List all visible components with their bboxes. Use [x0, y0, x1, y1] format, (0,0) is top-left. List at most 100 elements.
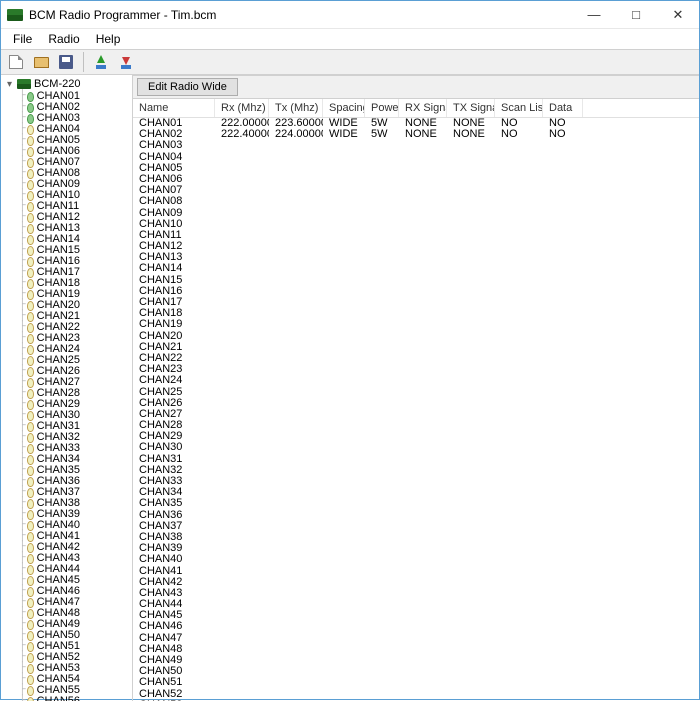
- list-row[interactable]: CHAN50: [133, 666, 699, 677]
- cell-spacing: [323, 174, 365, 185]
- list-row[interactable]: CHAN46: [133, 621, 699, 632]
- cell-tx-signal: [447, 454, 495, 465]
- cell-tx: [269, 566, 323, 577]
- list-row[interactable]: CHAN28: [133, 420, 699, 431]
- list-row[interactable]: CHAN21: [133, 342, 699, 353]
- col-power[interactable]: Power: [365, 99, 399, 117]
- new-button[interactable]: [5, 51, 27, 73]
- cell-rx-signal: [399, 409, 447, 420]
- cell-spacing: WIDE: [323, 129, 365, 140]
- cell-rx-signal: [399, 342, 447, 353]
- col-name[interactable]: Name: [133, 99, 215, 117]
- list-row[interactable]: CHAN22: [133, 353, 699, 364]
- list-row[interactable]: CHAN37: [133, 521, 699, 532]
- cell-tx-signal: [447, 252, 495, 263]
- list-row[interactable]: CHAN03: [133, 140, 699, 151]
- list-row[interactable]: CHAN13: [133, 252, 699, 263]
- channel-list[interactable]: Name Rx (Mhz) Tx (Mhz) Spacing Power RX …: [133, 99, 699, 701]
- list-row[interactable]: CHAN34: [133, 487, 699, 498]
- menu-radio[interactable]: Radio: [40, 30, 87, 48]
- list-row[interactable]: CHAN17: [133, 297, 699, 308]
- cell-name: CHAN25: [133, 387, 215, 398]
- close-button[interactable]: ✕: [657, 1, 699, 28]
- radio-icon: [17, 79, 31, 89]
- cell-name: CHAN48: [133, 644, 215, 655]
- col-rx[interactable]: Rx (Mhz): [215, 99, 269, 117]
- list-row[interactable]: CHAN12: [133, 241, 699, 252]
- list-row[interactable]: CHAN10: [133, 219, 699, 230]
- channel-status-icon: [27, 598, 34, 608]
- list-row[interactable]: CHAN49: [133, 655, 699, 666]
- col-spacing[interactable]: Spacing: [323, 99, 365, 117]
- upload-button[interactable]: [90, 51, 112, 73]
- cell-tx-signal: [447, 532, 495, 543]
- edit-radio-wide-button[interactable]: Edit Radio Wide: [137, 78, 238, 96]
- list-row[interactable]: CHAN43: [133, 588, 699, 599]
- list-row[interactable]: CHAN01222.000000223.600000WIDE5WNONENONE…: [133, 118, 699, 129]
- list-row[interactable]: CHAN44: [133, 599, 699, 610]
- menu-file[interactable]: File: [5, 30, 40, 48]
- list-row[interactable]: CHAN27: [133, 409, 699, 420]
- open-button[interactable]: [30, 51, 52, 73]
- cell-tx: [269, 230, 323, 241]
- list-row[interactable]: CHAN33: [133, 476, 699, 487]
- list-row[interactable]: CHAN51: [133, 677, 699, 688]
- tree-panel[interactable]: ▾ BCM-220 ├ CHAN01├ CHAN02├ CHAN03├ CHAN…: [1, 75, 133, 701]
- list-row[interactable]: CHAN04: [133, 152, 699, 163]
- list-row[interactable]: CHAN07: [133, 185, 699, 196]
- list-row[interactable]: CHAN25: [133, 387, 699, 398]
- maximize-button[interactable]: □: [615, 1, 657, 28]
- cell-tx: [269, 588, 323, 599]
- list-row[interactable]: CHAN31: [133, 454, 699, 465]
- menu-help[interactable]: Help: [88, 30, 129, 48]
- list-row[interactable]: CHAN24: [133, 375, 699, 386]
- cell-tx: [269, 286, 323, 297]
- list-row[interactable]: CHAN29: [133, 431, 699, 442]
- list-row[interactable]: CHAN14: [133, 263, 699, 274]
- list-row[interactable]: CHAN19: [133, 319, 699, 330]
- list-row[interactable]: CHAN18: [133, 308, 699, 319]
- list-row[interactable]: CHAN05: [133, 163, 699, 174]
- list-row[interactable]: CHAN08: [133, 196, 699, 207]
- cell-rx: [215, 621, 269, 632]
- list-row[interactable]: CHAN02222.400000224.000000WIDE5WNONENONE…: [133, 129, 699, 140]
- list-row[interactable]: CHAN35: [133, 498, 699, 509]
- list-row[interactable]: CHAN47: [133, 633, 699, 644]
- col-tx-signal[interactable]: TX Signal: [447, 99, 495, 117]
- list-row[interactable]: CHAN15: [133, 275, 699, 286]
- col-rx-signal[interactable]: RX Signal: [399, 99, 447, 117]
- col-tx[interactable]: Tx (Mhz): [269, 99, 323, 117]
- list-row[interactable]: CHAN09: [133, 208, 699, 219]
- list-row[interactable]: CHAN48: [133, 644, 699, 655]
- download-button[interactable]: [115, 51, 137, 73]
- list-row[interactable]: CHAN45: [133, 610, 699, 621]
- cell-rx-signal: [399, 677, 447, 688]
- list-row[interactable]: CHAN36: [133, 510, 699, 521]
- list-row[interactable]: CHAN11: [133, 230, 699, 241]
- list-row[interactable]: CHAN41: [133, 566, 699, 577]
- list-row[interactable]: CHAN06: [133, 174, 699, 185]
- channel-status-icon: [27, 510, 34, 520]
- tree-root-node[interactable]: ▾ BCM-220: [1, 77, 132, 91]
- list-row[interactable]: CHAN20: [133, 331, 699, 342]
- list-row[interactable]: CHAN26: [133, 398, 699, 409]
- list-row[interactable]: CHAN16: [133, 286, 699, 297]
- minimize-button[interactable]: —: [573, 1, 615, 28]
- toolbar-separator: [83, 52, 84, 72]
- cell-tx-signal: [447, 498, 495, 509]
- col-scan-list[interactable]: Scan List: [495, 99, 543, 117]
- list-row[interactable]: CHAN23: [133, 364, 699, 375]
- list-row[interactable]: CHAN30: [133, 442, 699, 453]
- cell-tx-signal: [447, 677, 495, 688]
- cell-spacing: [323, 566, 365, 577]
- list-row[interactable]: CHAN39: [133, 543, 699, 554]
- list-row[interactable]: CHAN40: [133, 554, 699, 565]
- tree-item-chan56[interactable]: ├ CHAN56: [1, 696, 132, 701]
- list-row[interactable]: CHAN52: [133, 689, 699, 700]
- save-button[interactable]: [55, 51, 77, 73]
- list-row[interactable]: CHAN32: [133, 465, 699, 476]
- list-row[interactable]: CHAN42: [133, 577, 699, 588]
- collapse-icon[interactable]: ▾: [5, 80, 14, 89]
- list-row[interactable]: CHAN38: [133, 532, 699, 543]
- col-data[interactable]: Data: [543, 99, 583, 117]
